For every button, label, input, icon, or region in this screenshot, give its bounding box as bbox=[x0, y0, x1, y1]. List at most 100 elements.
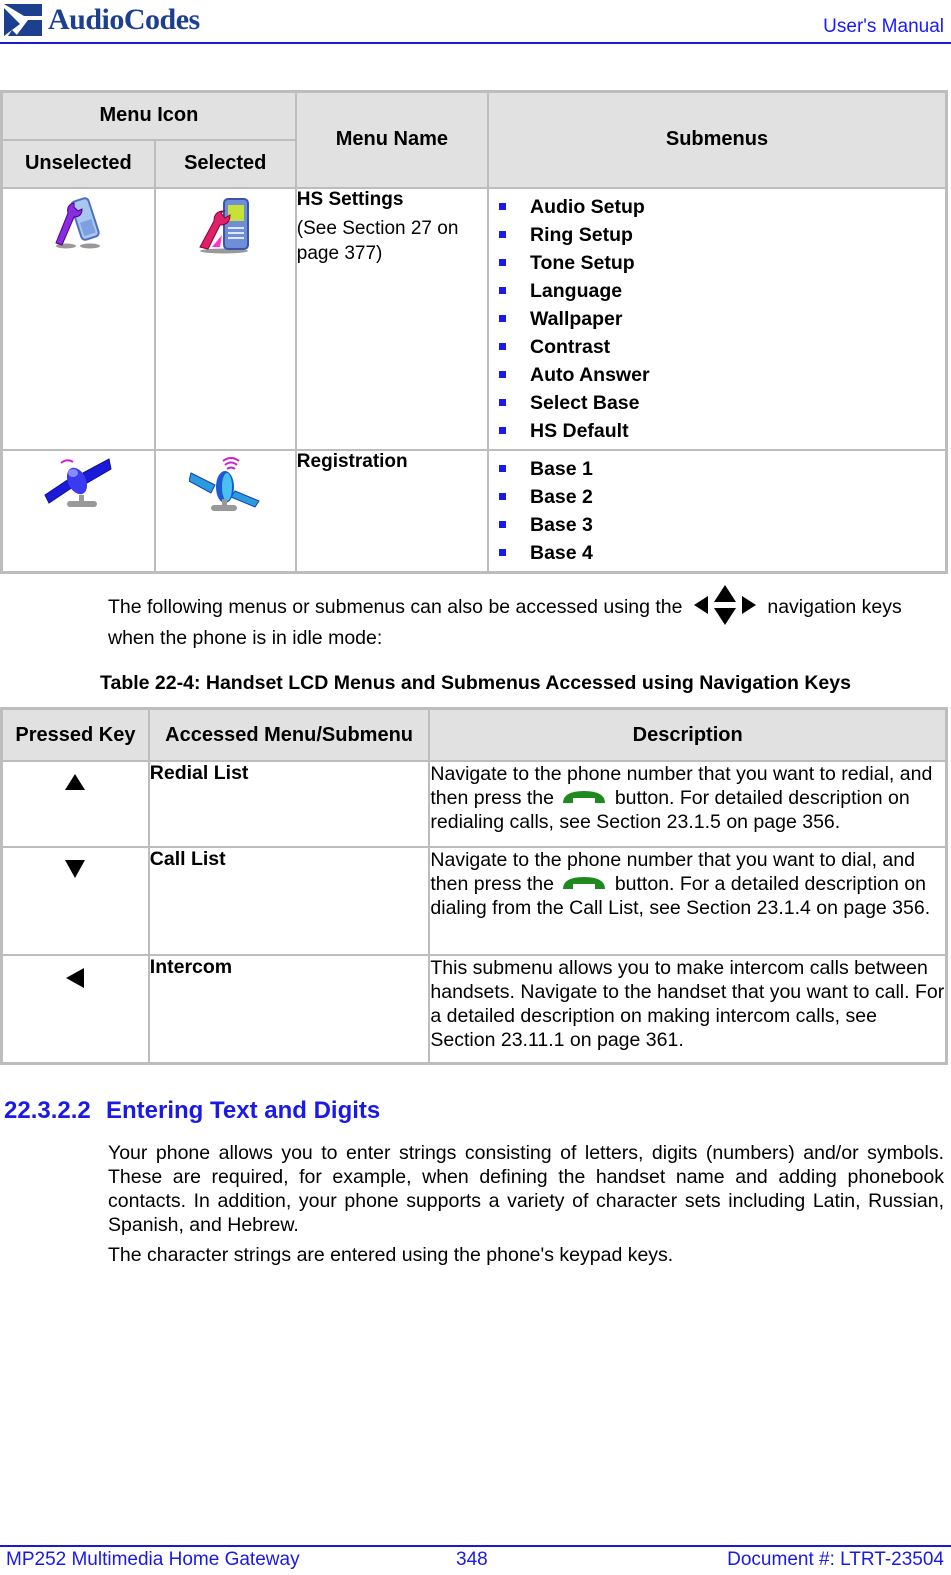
submenu-label: Base 3 bbox=[530, 513, 593, 536]
header-selected: Selected bbox=[153, 138, 297, 189]
table-row: HS Settings (See Section 27 on page 377)… bbox=[0, 186, 948, 451]
bullet-icon bbox=[499, 231, 506, 238]
intro-text-start: The following menus or submenus can also… bbox=[108, 596, 683, 619]
bullet-icon bbox=[499, 465, 506, 472]
call-green-button-icon bbox=[563, 790, 606, 803]
bullet-icon bbox=[499, 259, 506, 266]
hs-settings-selected-icon bbox=[199, 197, 250, 253]
registration-selected-icon bbox=[189, 456, 260, 511]
submenu-label: Language bbox=[530, 279, 623, 302]
footer-document-number: Document #: LTRT-23504 bbox=[727, 1549, 944, 1570]
bullet-icon bbox=[499, 371, 506, 378]
manual-title: User's Manual bbox=[823, 16, 944, 37]
submenu-label: Ring Setup bbox=[530, 223, 633, 246]
submenu-item: Wallpaper bbox=[497, 305, 945, 333]
bullet-icon bbox=[499, 315, 506, 322]
submenu-label: Tone Setup bbox=[530, 251, 635, 274]
bullet-icon bbox=[499, 549, 506, 556]
submenu-item: Base 2 bbox=[497, 483, 945, 511]
header-menu-name: Menu Name bbox=[294, 90, 490, 189]
description-text: This submenu allows you to make intercom… bbox=[430, 957, 945, 1051]
registration-unselected-icon bbox=[44, 457, 112, 507]
footer-divider bbox=[0, 1545, 951, 1547]
call-green-button-icon bbox=[563, 876, 606, 889]
menu-reference: (See Section 27 on page 377) bbox=[296, 217, 459, 264]
header-unselected: Unselected bbox=[0, 138, 156, 189]
table-row: Call List Navigate to the phone number t… bbox=[0, 846, 948, 956]
logo-text: AudioCodes bbox=[48, 3, 200, 36]
section-heading: 22.3.2.2 Entering Text and Digits bbox=[4, 1097, 380, 1125]
menu-name: HS Settings bbox=[296, 188, 404, 210]
icon-cell-selected bbox=[153, 448, 297, 573]
accessed-menu: Call List bbox=[147, 846, 431, 956]
table-row: Intercom This submenu allows you to make… bbox=[0, 954, 948, 1064]
bullet-icon bbox=[499, 427, 506, 434]
page-header: AudioCodes User's Manual bbox=[0, 0, 951, 44]
table-caption: Table 22-4: Handset LCD Menus and Submen… bbox=[100, 672, 851, 694]
submenu-list: Audio Setup Ring Setup Tone Setup Langua… bbox=[489, 193, 945, 445]
bullet-icon bbox=[499, 521, 506, 528]
submenu-label: Base 2 bbox=[530, 485, 593, 508]
submenu-item: Language bbox=[497, 277, 945, 305]
audiocodes-logo: AudioCodes bbox=[2, 1, 200, 39]
table-row: Registration Base 1 Base 2 Base 3 Base 4 bbox=[0, 448, 948, 573]
submenu-item: Ring Setup bbox=[497, 221, 945, 249]
section-number: 22.3.2.2 bbox=[4, 1097, 91, 1124]
submenu-label: Select Base bbox=[530, 391, 640, 414]
submenu-item: Base 4 bbox=[497, 539, 945, 567]
body-paragraph: Your phone allows you to enter strings c… bbox=[108, 1142, 944, 1236]
submenu-item: Contrast bbox=[497, 333, 945, 361]
submenu-list: Base 1 Base 2 Base 3 Base 4 bbox=[489, 455, 945, 567]
header-menu-icon: Menu Icon bbox=[0, 90, 297, 141]
header-divider bbox=[0, 42, 951, 44]
submenu-label: HS Default bbox=[530, 419, 629, 442]
header-submenus: Submenus bbox=[487, 90, 948, 189]
icon-cell-unselected bbox=[0, 186, 156, 451]
bullet-icon bbox=[499, 399, 506, 406]
arrow-up-icon bbox=[65, 774, 86, 790]
bullet-icon bbox=[499, 203, 506, 210]
icon-cell-selected bbox=[153, 186, 297, 451]
pressed-key-cell bbox=[0, 846, 150, 956]
submenu-label: Contrast bbox=[530, 335, 611, 358]
table-row: Redial List Navigate to the phone number… bbox=[0, 760, 948, 848]
description-cell: Navigate to the phone number that you wa… bbox=[428, 760, 948, 848]
submenu-label: Base 4 bbox=[530, 541, 593, 564]
menu-name-cell: Registration bbox=[294, 448, 490, 573]
submenu-item: Auto Answer bbox=[497, 361, 945, 389]
pressed-key-cell bbox=[0, 954, 150, 1064]
accessed-menu: Intercom bbox=[147, 954, 431, 1064]
audiocodes-logo-icon bbox=[2, 2, 44, 38]
header-accessed-menu: Accessed Menu/Submenu bbox=[147, 707, 431, 762]
hs-settings-unselected-icon bbox=[55, 196, 101, 248]
arrow-left-icon bbox=[66, 968, 85, 988]
submenu-label: Auto Answer bbox=[530, 363, 650, 386]
bullet-icon bbox=[499, 343, 506, 350]
description-cell: This submenu allows you to make intercom… bbox=[428, 954, 948, 1064]
body-paragraph: The character strings are entered using … bbox=[108, 1244, 674, 1266]
bullet-icon bbox=[499, 287, 506, 294]
submenu-label: Audio Setup bbox=[530, 195, 645, 218]
bullet-icon bbox=[499, 493, 506, 500]
submenus-cell: Audio Setup Ring Setup Tone Setup Langua… bbox=[487, 186, 948, 451]
header-description: Description bbox=[428, 707, 948, 762]
submenu-item: Base 1 bbox=[497, 455, 945, 483]
menu-name-cell: HS Settings (See Section 27 on page 377) bbox=[294, 186, 490, 451]
section-title: Entering Text and Digits bbox=[106, 1097, 381, 1124]
navigation-keys-icon bbox=[693, 585, 756, 625]
submenu-item: Tone Setup bbox=[497, 249, 945, 277]
handset-menu-icons-table: Menu Icon Menu Name Submenus Unselected … bbox=[0, 90, 948, 574]
accessed-menu: Redial List bbox=[147, 760, 431, 848]
submenu-label: Base 1 bbox=[530, 457, 593, 480]
footer-product: MP252 Multimedia Home Gateway bbox=[6, 1549, 300, 1570]
pressed-key-cell bbox=[0, 760, 150, 848]
menu-name: Registration bbox=[296, 450, 408, 472]
submenu-label: Wallpaper bbox=[530, 307, 623, 330]
arrow-down-icon bbox=[65, 860, 86, 878]
submenu-item: Audio Setup bbox=[497, 193, 945, 221]
submenu-item: Base 3 bbox=[497, 511, 945, 539]
navigation-keys-table: Pressed Key Accessed Menu/Submenu Descri… bbox=[0, 707, 948, 1065]
description-cell: Navigate to the phone number that you wa… bbox=[428, 846, 948, 956]
submenu-item: Select Base bbox=[497, 389, 945, 417]
footer-page-number: 348 bbox=[456, 1549, 488, 1570]
